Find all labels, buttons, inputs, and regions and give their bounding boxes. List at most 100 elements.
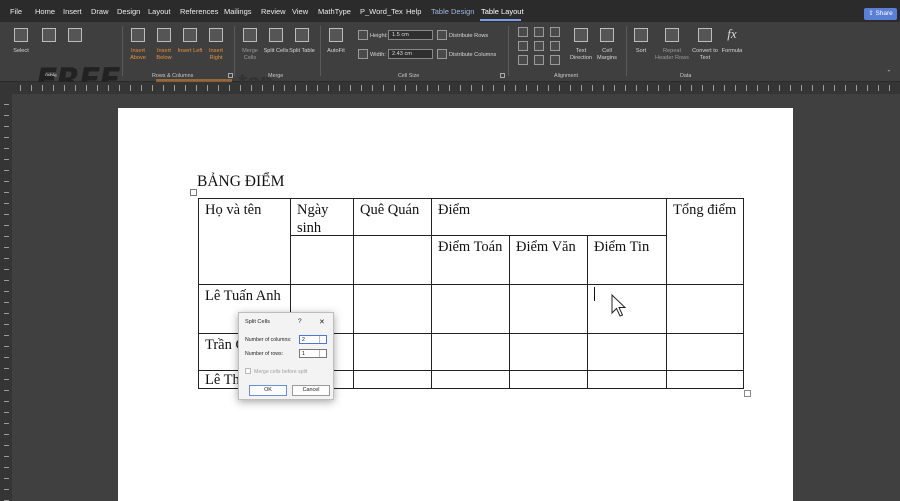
ruler-tick — [713, 85, 714, 91]
table-cell[interactable] — [587, 333, 667, 371]
ruler-tick — [295, 85, 296, 91]
spinner-arrows-icon[interactable] — [319, 350, 326, 357]
header-cell-total[interactable]: Tổng điểm — [666, 198, 744, 285]
table-cell-active[interactable] — [587, 284, 667, 334]
height-input[interactable]: 1.5 cm — [388, 30, 433, 40]
tab-view[interactable]: View — [292, 7, 308, 16]
ok-button[interactable]: OK — [249, 385, 287, 396]
formula-button[interactable]: Formula — [718, 48, 746, 55]
tab-table-design[interactable]: Table Design — [431, 7, 474, 16]
tab-table-layout[interactable]: Table Layout — [481, 7, 524, 16]
table-cell[interactable] — [509, 333, 588, 371]
tab-help[interactable]: Help — [406, 7, 421, 16]
tab-design[interactable]: Design — [117, 7, 140, 16]
tab-review[interactable]: Review — [261, 7, 286, 16]
table-cell[interactable] — [587, 370, 667, 389]
align-bottom-center-icon[interactable] — [534, 55, 544, 65]
insert-below-icon — [157, 28, 171, 42]
align-bottom-right-icon[interactable] — [550, 55, 560, 65]
collapse-ribbon-icon[interactable]: ⌃ — [884, 70, 894, 77]
insert-below-button[interactable]: Insert Below — [150, 48, 178, 61]
cancel-button[interactable]: Cancel — [292, 385, 330, 396]
ruler-tick — [152, 85, 153, 91]
spinner-arrows-icon[interactable] — [319, 336, 326, 343]
tab-layout[interactable]: Layout — [148, 7, 171, 16]
repeat-header-rows-button[interactable]: Repeat Header Rows — [655, 48, 689, 61]
table-move-handle-icon[interactable] — [190, 189, 197, 196]
align-top-left-icon[interactable] — [518, 27, 528, 37]
split-table-button[interactable]: Split Table — [288, 48, 316, 55]
width-input[interactable]: 2.43 cm — [388, 49, 433, 59]
tab-references[interactable]: References — [180, 7, 218, 16]
merge-cells-button[interactable]: Merge Cells — [236, 48, 264, 61]
header-cell-lit[interactable]: Điểm Văn — [509, 235, 588, 285]
align-bottom-left-icon[interactable] — [518, 55, 528, 65]
share-button[interactable]: ⇪ Share — [864, 8, 897, 20]
table-cell[interactable] — [353, 333, 432, 371]
tab-insert[interactable]: Insert — [63, 7, 82, 16]
tab-draw[interactable]: Draw — [91, 7, 109, 16]
table-cell[interactable] — [431, 333, 510, 371]
align-top-right-icon[interactable] — [550, 27, 560, 37]
table-cell[interactable] — [666, 284, 744, 334]
header-cell-name[interactable]: Họ và tên — [198, 198, 291, 285]
ruler-tick — [801, 85, 802, 91]
align-middle-right-icon[interactable] — [550, 41, 560, 51]
split-cells-button[interactable]: Split Cells — [262, 48, 290, 55]
ruler-tick — [240, 85, 241, 91]
ruler-tick — [4, 313, 9, 314]
tab-file[interactable]: File — [10, 7, 22, 16]
align-middle-left-icon[interactable] — [518, 41, 528, 51]
header-cell-birth[interactable]: Ngày sinh — [290, 198, 354, 236]
convert-to-text-button[interactable]: Convert to Text — [690, 48, 720, 61]
rows-spinner[interactable]: 1 — [299, 349, 327, 358]
table-cell[interactable] — [509, 284, 588, 334]
sort-button[interactable]: Sort — [628, 48, 654, 55]
insert-above-button[interactable]: Insert Above — [124, 48, 152, 61]
autofit-icon — [329, 28, 343, 42]
table-cell[interactable] — [353, 370, 432, 389]
header-cell-hometown[interactable]: Quê Quán — [353, 198, 432, 236]
align-middle-center-icon[interactable] — [534, 41, 544, 51]
header-cell-score[interactable]: Điểm — [431, 198, 667, 236]
help-icon[interactable]: ? — [298, 318, 302, 325]
tab-mathtype[interactable]: MathType — [318, 7, 351, 16]
distribute-rows-button[interactable]: Distribute Rows — [449, 33, 488, 40]
table-cell[interactable] — [431, 284, 510, 334]
horizontal-ruler[interactable] — [0, 82, 900, 94]
align-top-center-icon[interactable] — [534, 27, 544, 37]
cell-size-launcher-icon[interactable] — [500, 73, 505, 78]
table-cell[interactable] — [509, 370, 588, 389]
close-icon[interactable]: ✕ — [319, 318, 325, 326]
cell-margins-button[interactable]: Cell Margins — [592, 48, 622, 61]
tab-home[interactable]: Home — [35, 7, 55, 16]
merge-checkbox[interactable] — [245, 368, 251, 374]
header-cell-it[interactable]: Điểm Tin — [587, 235, 667, 285]
vertical-ruler[interactable] — [0, 94, 12, 501]
table-resize-handle-icon[interactable] — [744, 390, 751, 397]
ruler-tick — [108, 85, 109, 91]
insert-right-button[interactable]: Insert Right — [202, 48, 230, 61]
insert-above-icon — [131, 28, 145, 42]
table-cell[interactable] — [353, 284, 432, 334]
table-cell[interactable] — [290, 235, 354, 285]
ruler-tick — [4, 401, 9, 402]
ruler-tick — [4, 346, 9, 347]
header-cell-math[interactable]: Điểm Toán — [431, 235, 510, 285]
ruler-tick — [4, 390, 9, 391]
ruler-tick — [4, 357, 9, 358]
tab-p-word-tex[interactable]: P_Word_Tex — [360, 7, 403, 16]
tab-mailings[interactable]: Mailings — [224, 7, 252, 16]
ruler-tick — [647, 85, 648, 91]
table-cell[interactable] — [431, 370, 510, 389]
insert-left-button[interactable]: Insert Left — [176, 48, 204, 55]
table-cell[interactable] — [666, 370, 744, 389]
select-button[interactable]: Select — [6, 48, 36, 55]
table-cell[interactable] — [353, 235, 432, 285]
table-cell[interactable] — [666, 333, 744, 371]
distribute-columns-button[interactable]: Distribute Columns — [449, 52, 496, 59]
columns-spinner[interactable]: 2 — [299, 335, 327, 344]
autofit-button[interactable]: AutoFit — [322, 48, 350, 55]
width-value: 2.43 cm — [392, 51, 412, 57]
ruler-tick — [20, 85, 21, 91]
